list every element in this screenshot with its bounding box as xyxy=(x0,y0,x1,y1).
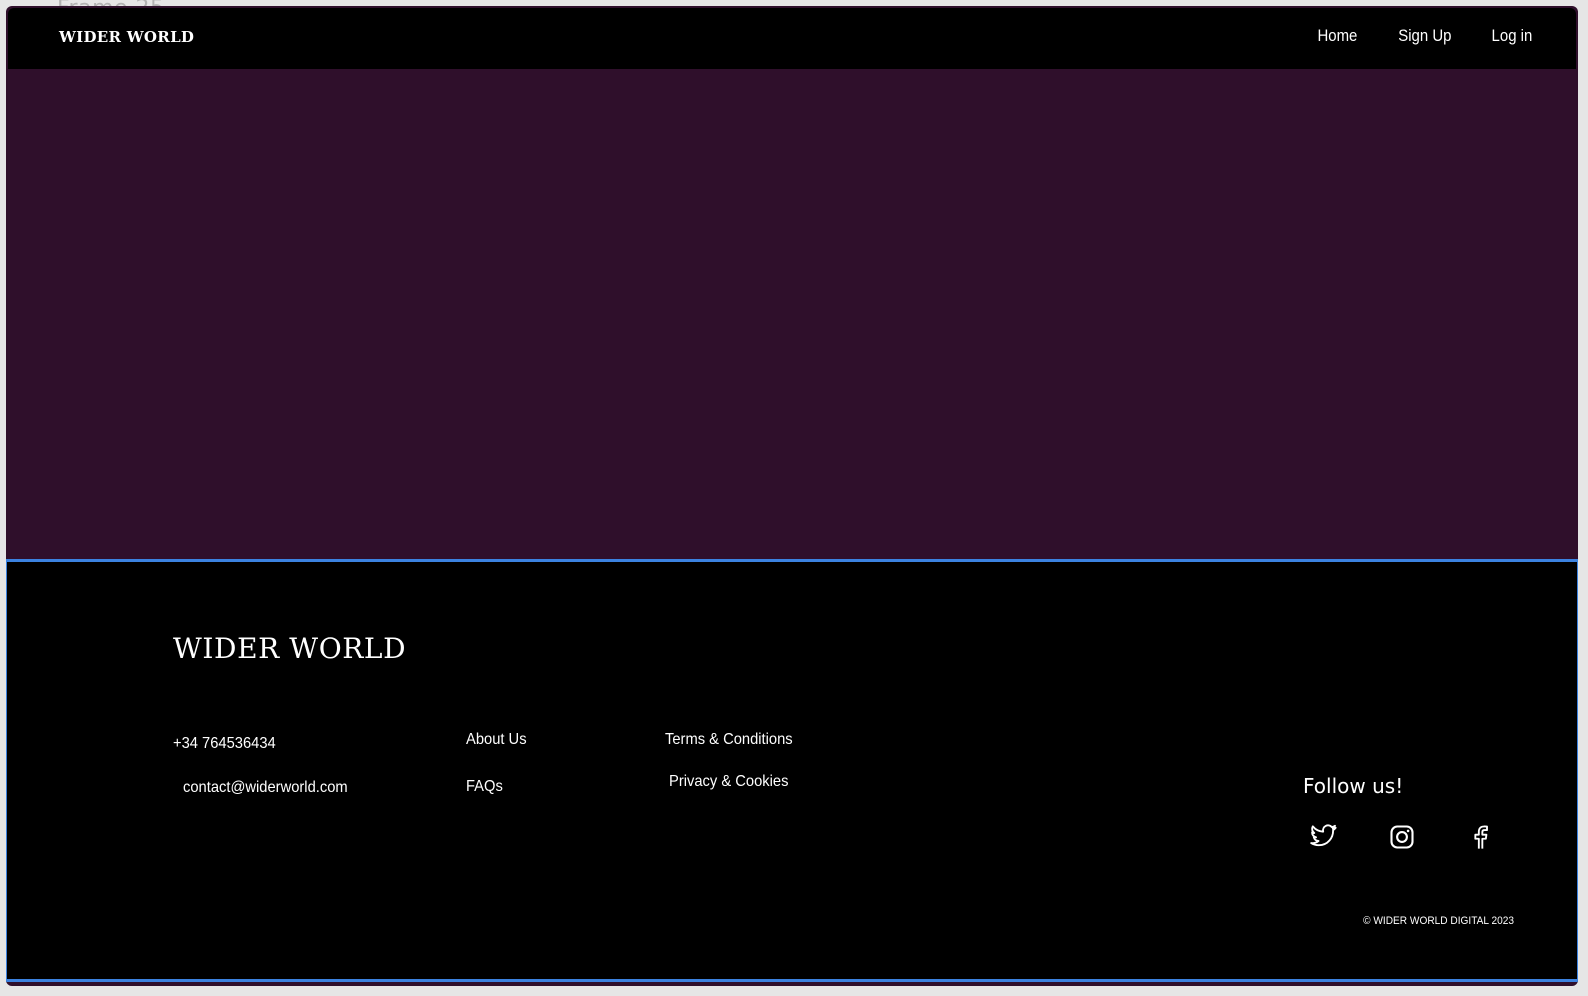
nav-home-link[interactable]: Home xyxy=(1317,26,1357,46)
navbar: WIDER WORLD Home Sign Up Log in xyxy=(8,8,1576,69)
footer[interactable]: WIDER WORLD +34 764536434 contact@widerw… xyxy=(6,559,1578,982)
twitter-icon[interactable] xyxy=(1310,823,1338,851)
nav-login-link[interactable]: Log in xyxy=(1491,26,1532,46)
footer-phone[interactable]: +34 764536434 xyxy=(173,735,276,753)
footer-link-privacy[interactable]: Privacy & Cookies xyxy=(669,773,788,791)
follow-us-title: Follow us! xyxy=(1303,774,1404,798)
copyright-text: © WIDER WORLD DIGITAL 2023 xyxy=(1363,915,1514,927)
footer-email[interactable]: contact@widerworld.com xyxy=(183,779,348,797)
page-frame: WIDER WORLD Home Sign Up Log in WIDER WO… xyxy=(6,6,1578,986)
nav-logo[interactable]: WIDER WORLD xyxy=(59,28,194,46)
facebook-icon[interactable] xyxy=(1466,823,1494,851)
footer-logo: WIDER WORLD xyxy=(173,632,407,665)
footer-link-about[interactable]: About Us xyxy=(466,731,527,749)
nav-signup-link[interactable]: Sign Up xyxy=(1398,26,1451,46)
nav-links: Home Sign Up Log in xyxy=(1312,26,1532,46)
footer-link-terms[interactable]: Terms & Conditions xyxy=(665,731,793,749)
instagram-icon[interactable] xyxy=(1388,823,1416,851)
footer-link-faqs[interactable]: FAQs xyxy=(466,778,503,796)
